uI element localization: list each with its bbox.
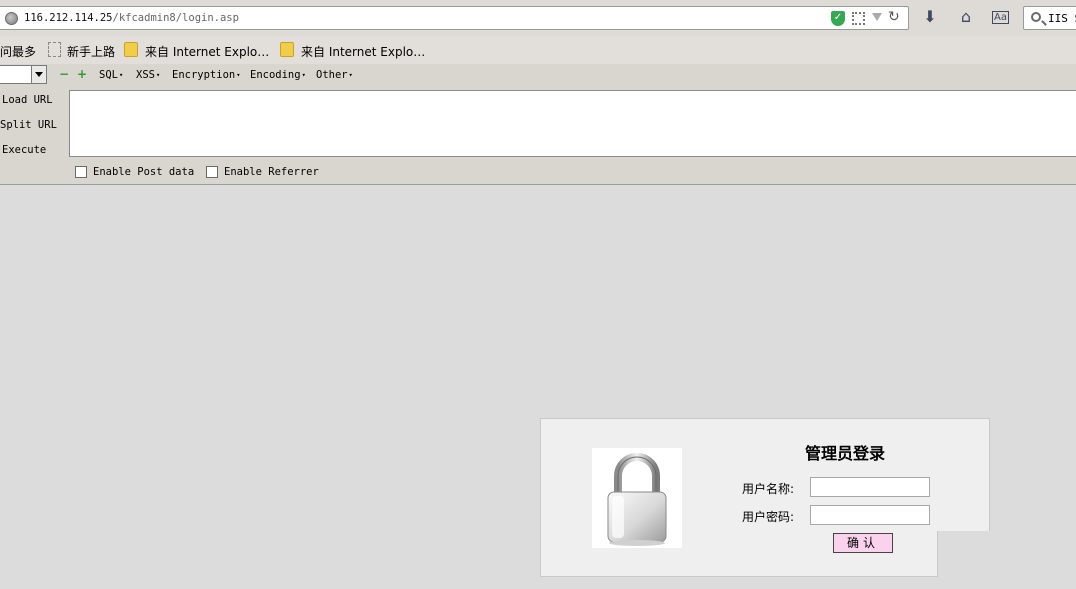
search-text: IIS S [1048, 12, 1076, 25]
search-box[interactable]: IIS S [1023, 6, 1076, 30]
enable-post-checkbox[interactable] [75, 166, 87, 178]
download-icon[interactable]: ⬇ [920, 8, 940, 26]
bookmark-getting-started[interactable]: 新手上路 [67, 43, 115, 60]
search-icon [1031, 12, 1041, 22]
bookmark-ie-import-1[interactable]: 来自 Internet Explo… [145, 43, 269, 60]
bookmark-most-visited[interactable]: 访问最多 [0, 43, 36, 60]
menu-encoding[interactable]: Encoding▾ [250, 69, 306, 81]
menu-xss[interactable]: XSS▾ [136, 69, 160, 81]
minus-icon[interactable]: − [59, 68, 69, 80]
menu-encryption-label: Encryption [172, 69, 236, 81]
globe-icon [5, 12, 18, 25]
url-path: /kfcadmin8/login.asp [112, 12, 239, 24]
url-host: 116.212.114.25 [24, 12, 113, 24]
menu-other-label: Other [316, 69, 348, 81]
password-label: 用户密码: [742, 510, 795, 524]
menu-encryption[interactable]: Encryption▾ [172, 69, 240, 81]
folder-icon [280, 42, 294, 57]
hackbar-panel: − + SQL▾ XSS▾ Encryption▾ Encoding▾ Othe… [0, 64, 1076, 185]
bookmark-page-icon [48, 42, 61, 57]
address-bar[interactable]: 116.212.114.25/kfcadmin8/login.asp ✓ ↻ [0, 6, 909, 30]
reader-view-icon[interactable]: Aa [992, 11, 1009, 24]
menu-sql[interactable]: SQL▾ [99, 69, 123, 81]
split-url-button[interactable]: Split URL [0, 119, 57, 131]
qr-code-icon[interactable] [852, 12, 865, 25]
login-title: 管理员登录 [805, 444, 886, 463]
menu-encoding-label: Encoding [250, 69, 301, 81]
submit-button[interactable]: 确认 [833, 533, 893, 553]
execute-button[interactable]: Execute [2, 144, 46, 156]
hackbar-select[interactable] [0, 65, 47, 84]
reload-icon[interactable]: ↻ [888, 9, 900, 25]
folder-icon [124, 42, 138, 57]
menu-sql-label: SQL [99, 69, 118, 81]
enable-referrer-checkbox[interactable] [206, 166, 218, 178]
load-url-button[interactable]: Load URL [2, 94, 53, 106]
padlock-image [592, 448, 682, 548]
plus-icon[interactable]: + [77, 68, 87, 80]
navigation-bar: 116.212.114.25/kfcadmin8/login.asp ✓ ↻ ⬇… [0, 0, 1076, 36]
enable-post-label: Enable Post data [93, 166, 195, 178]
enable-referrer-label: Enable Referrer [224, 166, 319, 178]
username-input[interactable] [810, 477, 930, 497]
url-dropdown-icon[interactable] [872, 13, 882, 21]
username-label: 用户名称: [742, 482, 795, 496]
url-text[interactable]: 116.212.114.25/kfcadmin8/login.asp [24, 12, 239, 24]
password-input[interactable] [810, 505, 930, 525]
bookmarks-toolbar: 访问最多 新手上路 来自 Internet Explo… 来自 Internet… [0, 36, 1076, 64]
home-icon[interactable]: ⌂ [956, 8, 976, 26]
hackbar-url-textarea[interactable] [69, 90, 1076, 157]
chevron-down-icon [31, 66, 46, 83]
menu-other[interactable]: Other▾ [316, 69, 353, 81]
menu-xss-label: XSS [136, 69, 155, 81]
security-shield-icon[interactable]: ✓ [831, 11, 845, 26]
bookmark-ie-import-2[interactable]: 来自 Internet Explo… [301, 43, 425, 60]
